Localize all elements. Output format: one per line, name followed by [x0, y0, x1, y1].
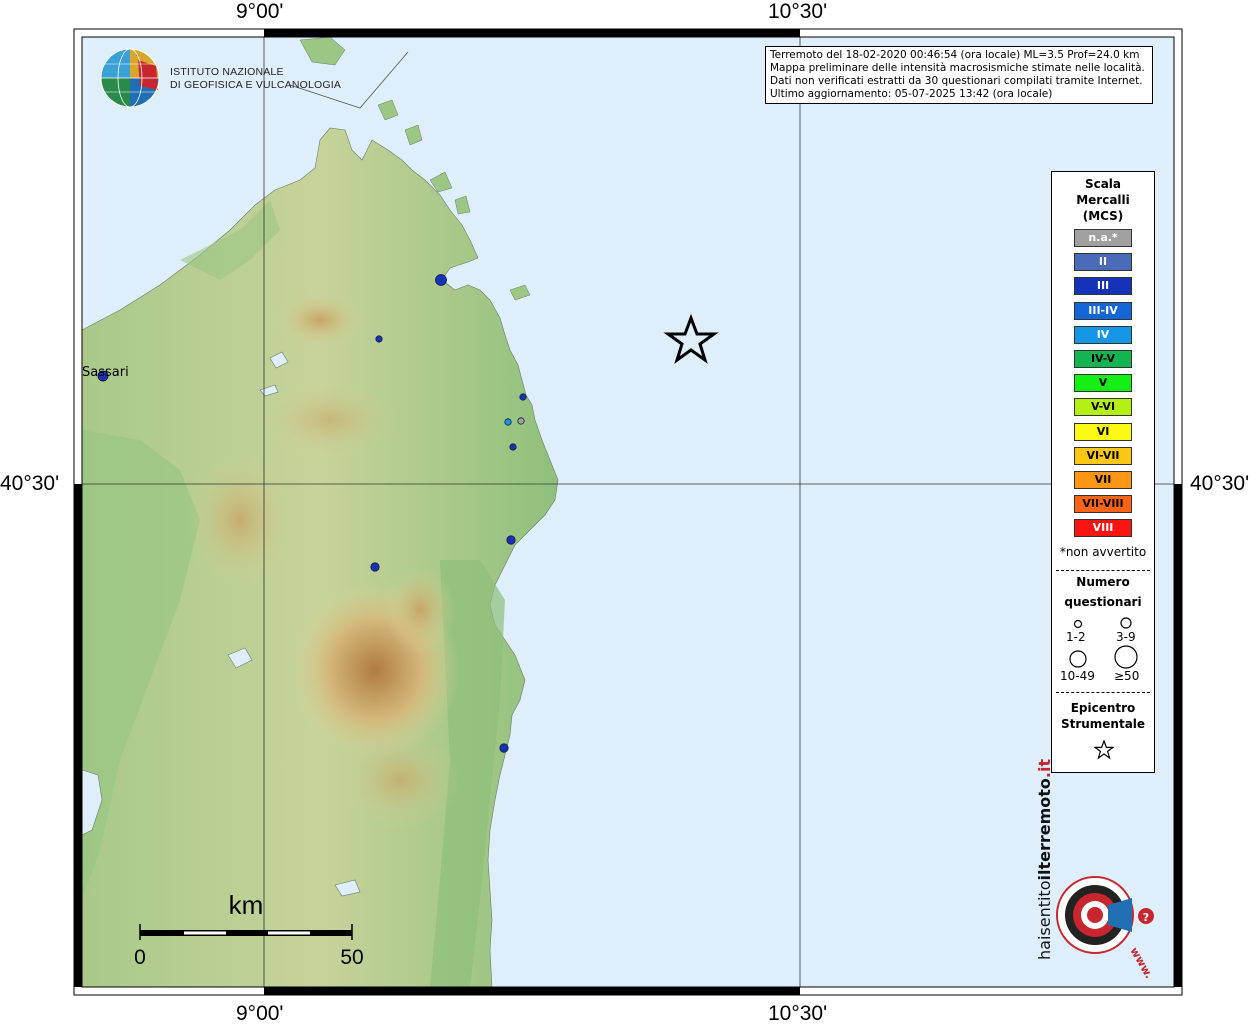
observation-point	[517, 417, 525, 425]
place-label-sassari: Sassari	[82, 365, 129, 380]
legend-note: *non avvertito	[1059, 545, 1147, 559]
epicenter-title: Strumentale	[1060, 717, 1146, 731]
event-info-line: Ultimo aggiornamento: 05-07-2025 13:42 (…	[770, 88, 1053, 100]
legend-swatch-vii-viii: VII-VIII	[1074, 495, 1132, 514]
legend-panel: Scala Mercalli (MCS) n.a.* II III III-IV IV I…	[1051, 171, 1155, 773]
badge-text: haisentitoilterremoto.it	[1035, 759, 1054, 960]
legend-swatch-na: n.a.*	[1074, 229, 1132, 247]
logo-text-line2: DI GEOFISICA E VULCANOLOGIA	[170, 79, 342, 91]
legend-title: (MCS)	[1082, 209, 1124, 223]
count-symbol-icon	[1120, 617, 1132, 629]
count-symbol-icon	[1069, 650, 1087, 668]
event-info-line: Mappa preliminare delle intensità macros…	[770, 62, 1145, 74]
count-symbol-icon	[1073, 619, 1083, 629]
lon-label-top-left: 9°00'	[236, 0, 284, 23]
count-symbol-icon	[1114, 645, 1138, 669]
frame-bar	[1174, 484, 1182, 987]
logo-text-line1: ISTITUTO NAZIONALE	[170, 66, 284, 78]
legend-title: Scala	[1084, 177, 1122, 191]
scale-start: 0	[134, 946, 146, 969]
legend-swatch-v-vi: V-VI	[1074, 398, 1132, 417]
legend-swatch-v: V	[1074, 374, 1132, 393]
legend-swatch-iii: III	[1074, 277, 1132, 296]
event-info-line: Dati non verificati estratti da 30 quest…	[770, 75, 1143, 87]
lon-label-bottom-right: 10°30'	[768, 1002, 828, 1025]
observation-point	[435, 274, 447, 286]
legend-title: Mercalli	[1076, 193, 1130, 207]
legend-swatch-iii-iv: III-IV	[1074, 301, 1132, 320]
observation-point	[519, 393, 527, 401]
observation-point	[506, 535, 516, 545]
event-info-box: Terremoto del 18-02-2020 00:46:54 (ora l…	[765, 46, 1153, 104]
lon-label-top-right: 10°30'	[768, 0, 828, 23]
event-info-line: Terremoto del 18-02-2020 00:46:54 (ora l…	[770, 49, 1140, 61]
observation-point	[370, 562, 380, 572]
svg-text:?: ?	[1143, 911, 1149, 924]
count-label: 3-9	[1116, 630, 1136, 644]
scale-unit: km	[229, 890, 264, 920]
legend-swatch-iv: IV	[1074, 325, 1132, 344]
legend-star-icon	[1094, 740, 1114, 760]
count-label: 1-2	[1066, 630, 1086, 644]
count-title: questionari	[1064, 595, 1142, 609]
frame-bar	[264, 987, 800, 995]
legend-swatch-vi: VI	[1074, 422, 1132, 441]
lon-label-bottom-left: 9°00'	[236, 1002, 284, 1025]
lat-label-right: 40°30'	[1190, 472, 1250, 495]
epicenter-title: Epicentro	[1070, 701, 1136, 715]
legend-swatch-ii: II	[1074, 253, 1132, 272]
observation-point	[504, 418, 512, 426]
legend-swatch-vii: VII	[1074, 471, 1132, 489]
legend-swatch-vi-vii: VI-VII	[1074, 446, 1132, 465]
ingv-logo-icon	[100, 48, 160, 108]
observation-point	[499, 743, 509, 753]
legend-swatch-viii: VIII	[1074, 519, 1132, 538]
scale-end: 50	[340, 946, 363, 969]
frame-bar	[74, 484, 82, 987]
observation-point	[509, 443, 517, 451]
legend-swatch-iv-v: IV-V	[1074, 350, 1132, 368]
observation-point	[375, 335, 383, 343]
frame-bar	[264, 29, 800, 37]
count-title: Numero	[1076, 575, 1130, 589]
count-label: ≥50	[1114, 669, 1140, 683]
lat-label-left: 40°30'	[0, 472, 60, 495]
count-label: 10-49	[1060, 669, 1095, 683]
